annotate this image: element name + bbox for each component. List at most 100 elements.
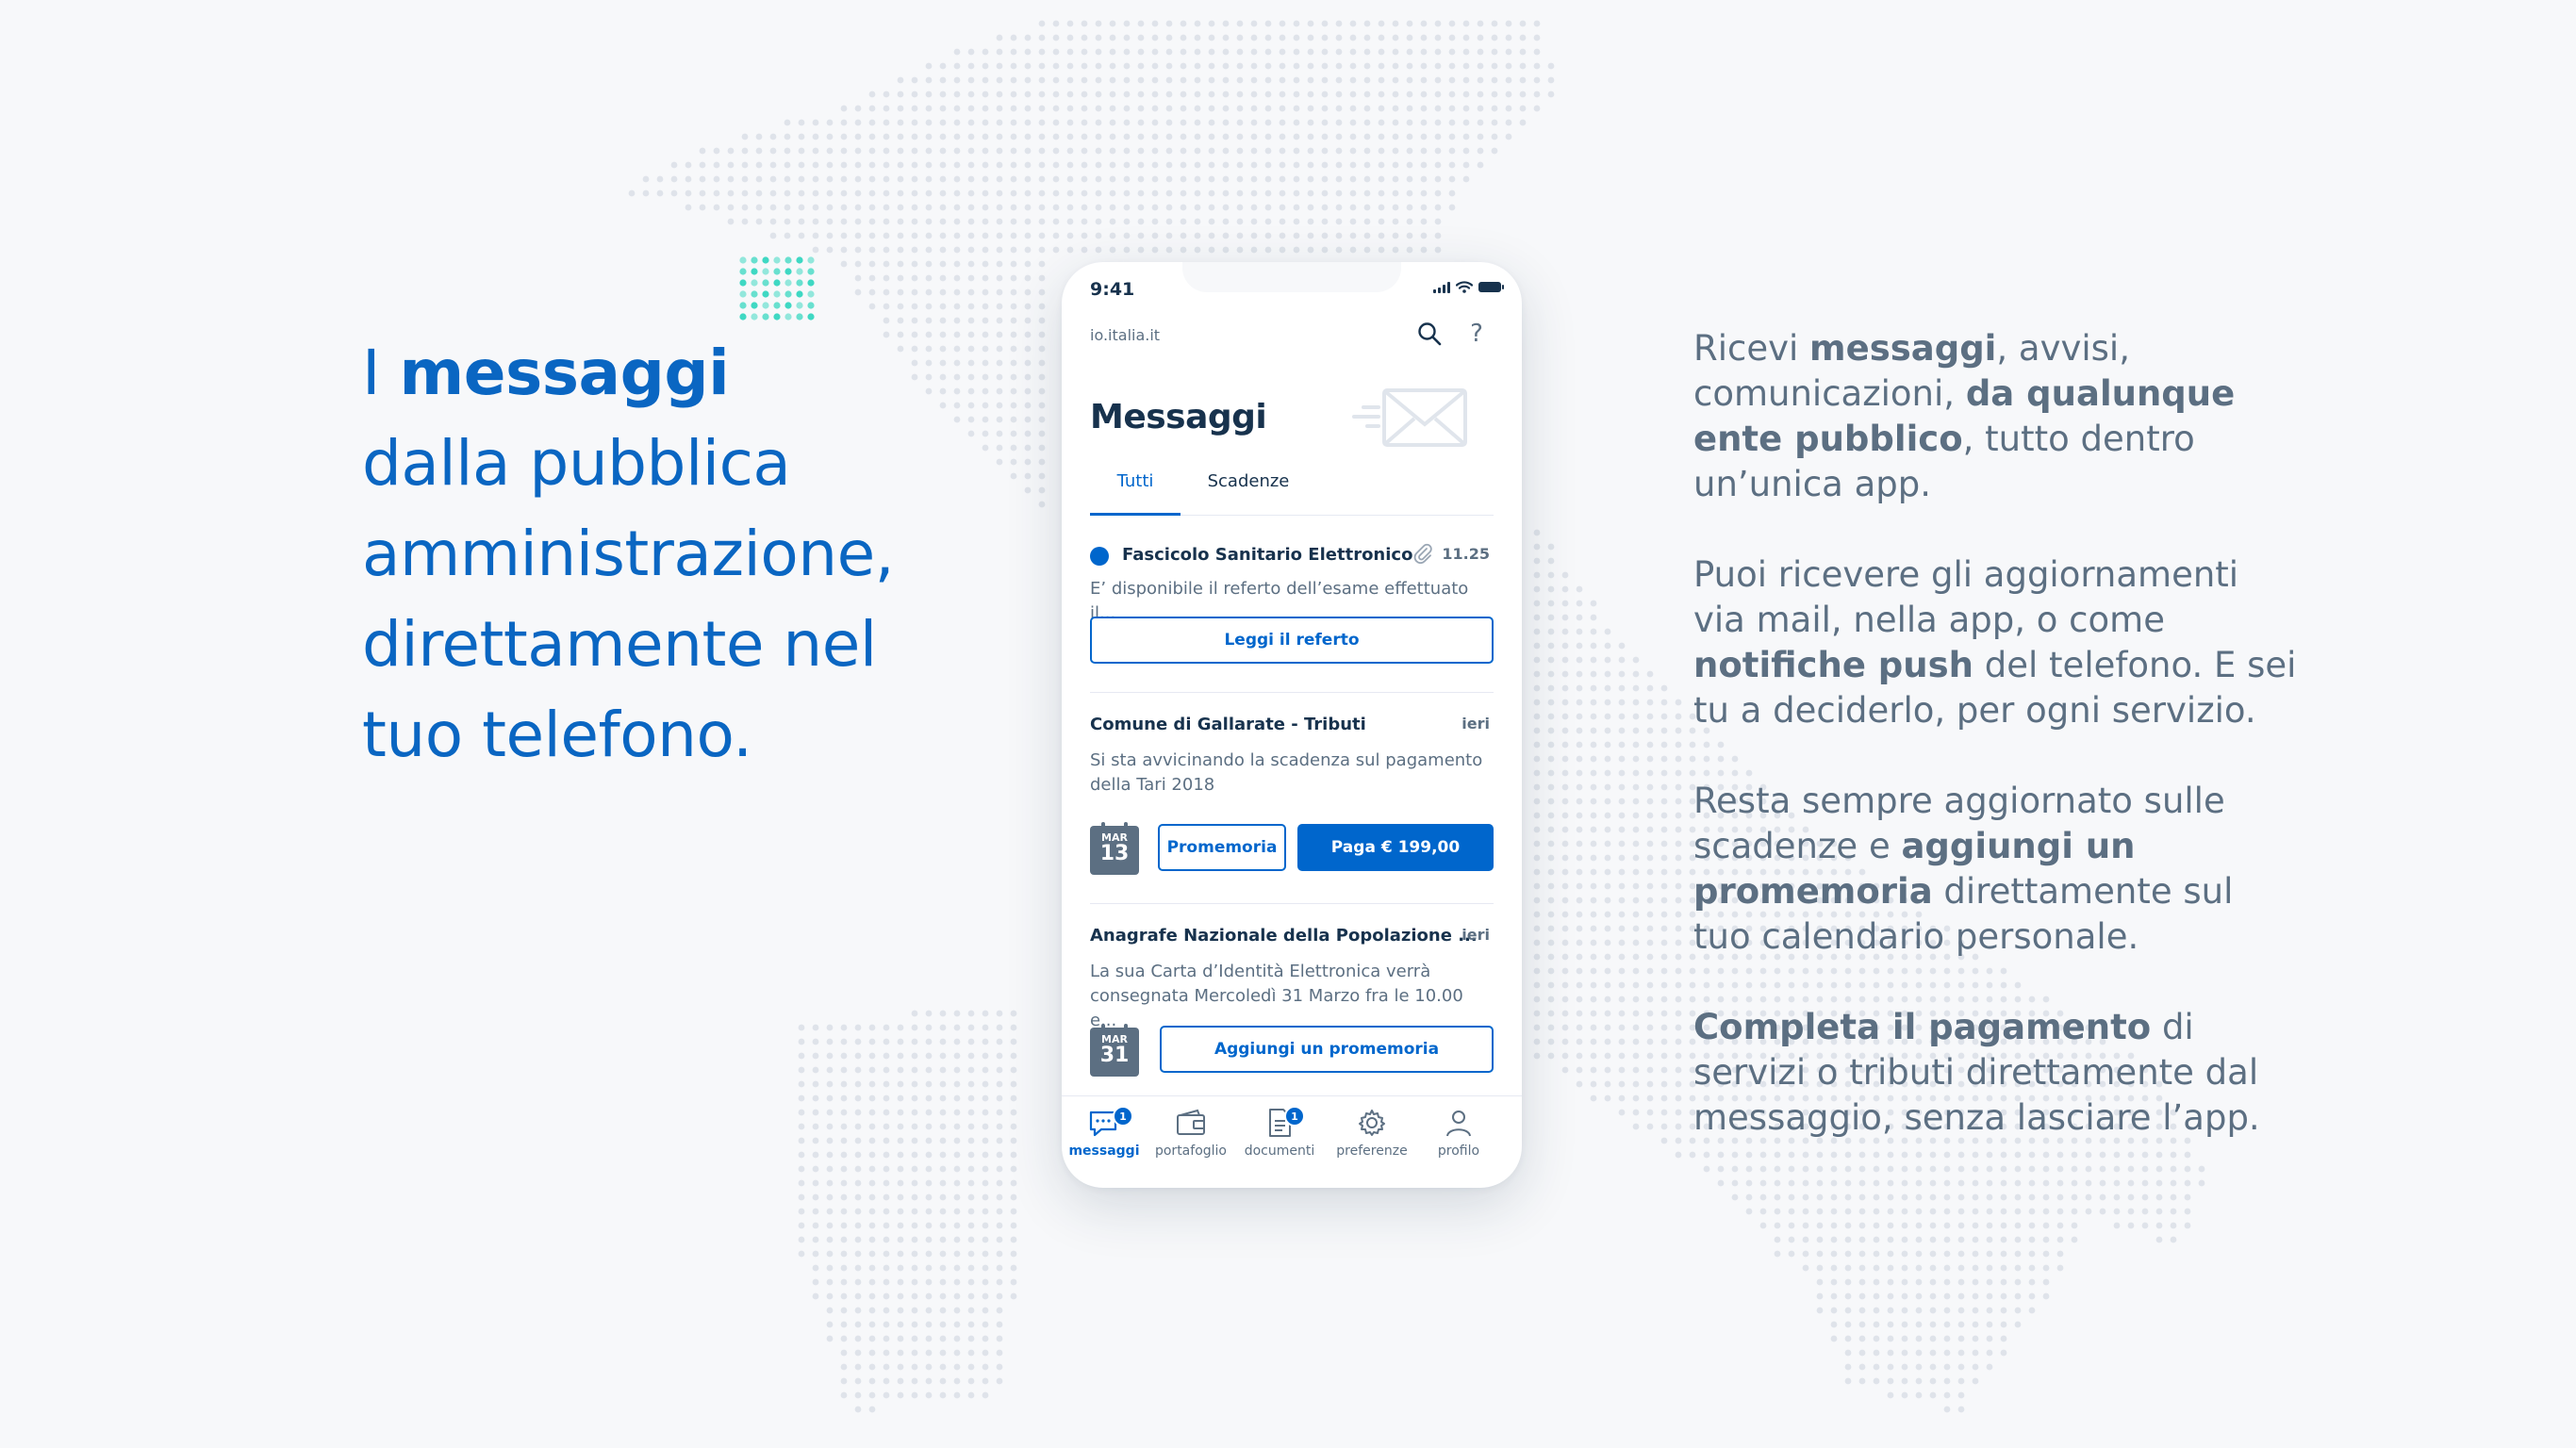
bottom-navigation: 1 messaggi portafoglio 1 documenti prefe…	[1062, 1095, 1522, 1188]
message-tabs: Tutti Scadenze	[1090, 471, 1494, 516]
headline-line-3: amministrazione,	[362, 518, 895, 590]
accent-dot	[773, 279, 781, 287]
user-icon	[1446, 1111, 1471, 1137]
accent-dot	[739, 302, 747, 309]
accent-dot	[751, 302, 758, 309]
calendar-icon: MAR 13	[1090, 822, 1139, 875]
accent-dot	[784, 256, 792, 264]
accent-dot	[796, 256, 803, 264]
accent-dot	[807, 313, 815, 321]
notification-badge: 1	[1113, 1106, 1133, 1127]
status-time: 9:41	[1090, 279, 1135, 300]
accent-dot	[807, 279, 815, 287]
accent-dot	[762, 290, 769, 298]
accent-dot	[739, 290, 747, 298]
message-date: ieri	[1461, 715, 1490, 732]
wallet-icon	[1177, 1109, 1205, 1135]
accent-dot	[773, 302, 781, 309]
accent-dot	[751, 313, 758, 321]
status-bar-icons	[1433, 281, 1504, 293]
accent-dot	[762, 279, 769, 287]
accent-dot	[796, 313, 803, 321]
tab-tutti[interactable]: Tutti	[1090, 471, 1181, 516]
headline: I messaggi dalla pubblica amministrazion…	[362, 328, 1022, 781]
phone-mockup: 9:41 io.italia.it ? Messaggi Tutti Scade…	[1062, 262, 1522, 1188]
tab-scadenze[interactable]: Scadenze	[1192, 471, 1305, 513]
accent-dot	[773, 290, 781, 298]
battery-icon	[1478, 282, 1504, 292]
accent-dot	[762, 256, 769, 264]
accent-dot	[739, 256, 747, 264]
accent-dot	[739, 268, 747, 275]
accent-dot	[762, 268, 769, 275]
accent-dot	[739, 279, 747, 287]
wifi-icon	[1456, 281, 1473, 293]
notification-badge: 1	[1284, 1106, 1305, 1127]
accent-dot	[796, 290, 803, 298]
accent-dot	[751, 268, 758, 275]
accent-dot	[762, 313, 769, 321]
nav-documenti[interactable]: 1 documenti	[1237, 1104, 1322, 1159]
nav-preferenze[interactable]: preferenze	[1329, 1104, 1414, 1159]
read-report-button[interactable]: Leggi il referto	[1090, 617, 1494, 664]
accent-dot	[773, 268, 781, 275]
accent-dot	[751, 279, 758, 287]
paragraph-notifications: Puoi ricevere gli aggiornamenti via mail…	[1693, 554, 2297, 731]
reminder-button[interactable]: Promemoria	[1158, 824, 1286, 871]
accent-dot	[784, 279, 792, 287]
accent-dot	[784, 268, 792, 275]
message-date: ieri	[1461, 926, 1490, 944]
accent-dot	[807, 268, 815, 275]
accent-dot	[739, 313, 747, 321]
message-sender: Comune di Gallarate - Tributi	[1090, 715, 1366, 734]
unread-dot	[1090, 547, 1109, 566]
accent-dot	[784, 313, 792, 321]
message-preview: Si sta avvicinando la scadenza sul pagam…	[1090, 750, 1483, 795]
phone-notch	[1182, 262, 1401, 292]
divider	[1090, 692, 1494, 693]
nav-portafoglio[interactable]: portafoglio	[1148, 1104, 1233, 1159]
headline-line-1: I messaggi	[362, 337, 730, 409]
search-icon[interactable]	[1414, 319, 1445, 349]
divider	[1090, 903, 1494, 904]
paragraph-messages: Ricevi messaggi, avvisi, comunicazioni, …	[1693, 328, 2236, 504]
message-item[interactable]: Anagrafe Nazionale della Popolazione ...…	[1090, 926, 1494, 1030]
accent-dot	[751, 290, 758, 298]
headline-line-2: dalla pubblica	[362, 427, 791, 500]
accent-dot	[807, 256, 815, 264]
feature-description: Ricevi messaggi, avvisi, comunicazioni, …	[1693, 326, 2297, 1186]
page-title: Messaggi	[1090, 398, 1267, 436]
message-sender: Anagrafe Nazionale della Popolazione ...	[1090, 926, 1478, 946]
paragraph-reminders: Resta sempre aggiornato sulle scadenze e…	[1693, 781, 2234, 957]
pay-button[interactable]: Paga € 199,00	[1297, 824, 1494, 871]
app-url: io.italia.it	[1090, 326, 1161, 344]
accent-dot	[784, 290, 792, 298]
accent-dot	[773, 313, 781, 321]
accent-dot	[807, 302, 815, 309]
accent-dot	[751, 256, 758, 264]
add-reminder-button[interactable]: Aggiungi un promemoria	[1160, 1026, 1494, 1073]
calendar-icon: MAR 31	[1090, 1024, 1139, 1077]
message-date: 11.25	[1442, 545, 1490, 563]
headline-line-5: tuo telefono.	[362, 699, 752, 771]
message-item[interactable]: Comune di Gallarate - Tributi ieri Si st…	[1090, 715, 1494, 795]
accent-dot	[807, 290, 815, 298]
headline-line-4: direttamente nel	[362, 608, 877, 681]
nav-messaggi[interactable]: 1 messaggi	[1062, 1104, 1147, 1159]
message-preview: La sua Carta d’Identità Elettronica verr…	[1090, 962, 1463, 1030]
accent-dot	[762, 302, 769, 309]
accent-dot	[773, 256, 781, 264]
accent-dot	[796, 302, 803, 309]
accent-dot	[784, 302, 792, 309]
message-sender: Fascicolo Sanitario Elettronico	[1122, 545, 1413, 565]
paragraph-payments: Completa il pagamento di servizi o tribu…	[1693, 1007, 2260, 1138]
gear-icon	[1359, 1110, 1385, 1136]
accent-dot	[796, 279, 803, 287]
attachment-icon	[1412, 543, 1433, 568]
envelope-illustration	[1352, 388, 1467, 447]
headline-highlight: messaggi	[399, 337, 730, 409]
nav-profilo[interactable]: profilo	[1416, 1104, 1501, 1159]
accent-dot	[796, 268, 803, 275]
signal-icon	[1433, 281, 1450, 293]
help-icon[interactable]: ?	[1461, 319, 1492, 349]
